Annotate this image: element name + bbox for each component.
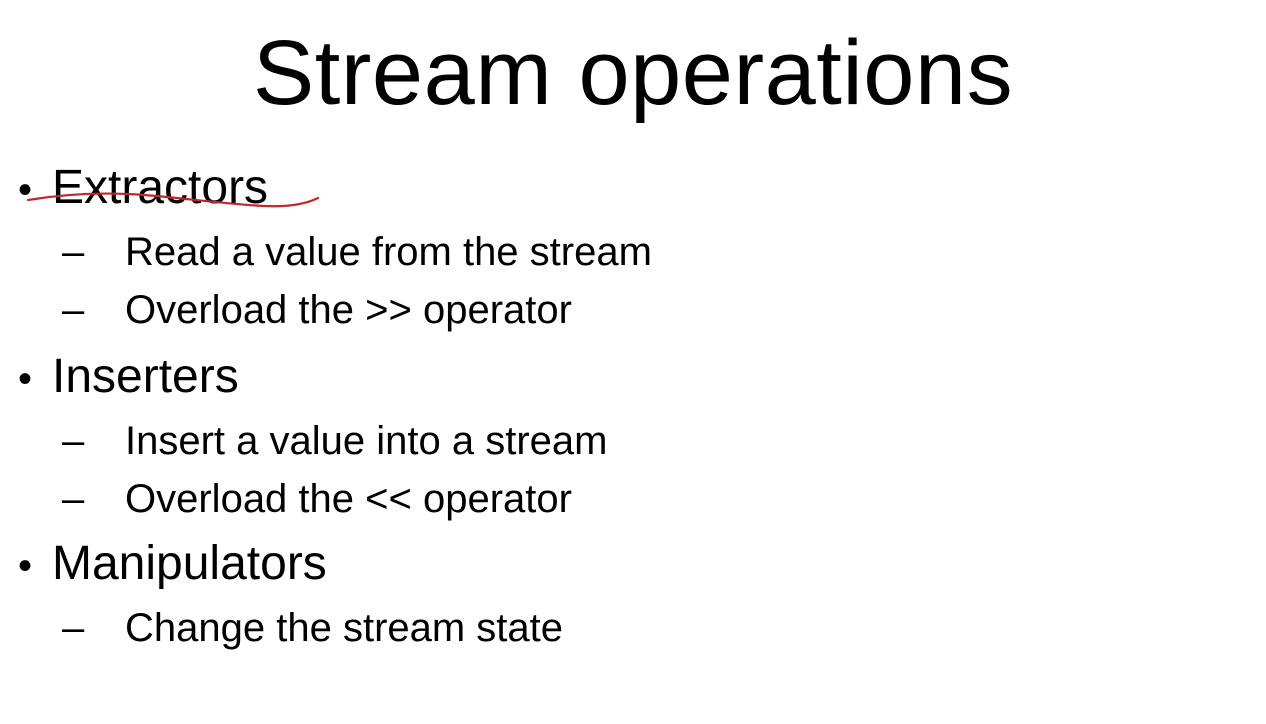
slide: Stream operations • Extractors – Read a … xyxy=(0,0,1266,724)
sub-item: – Change the stream state xyxy=(62,605,563,651)
sub-item-text: Insert a value into a stream xyxy=(125,419,608,463)
bullet-dot-icon: • xyxy=(18,544,33,588)
bullet-heading: Manipulators xyxy=(52,537,327,590)
sub-item-text: Read a value from the stream xyxy=(125,230,652,274)
dash-icon: – xyxy=(62,477,85,521)
bullet-extractors: • Extractors xyxy=(18,160,268,218)
bullet-heading: Inserters xyxy=(52,350,239,403)
slide-title: Stream operations xyxy=(252,22,1014,124)
sub-item-text: Overload the >> operator xyxy=(125,288,572,332)
dash-icon: – xyxy=(62,419,85,463)
sub-item: – Read a value from the stream xyxy=(62,229,652,275)
sub-item: – Insert a value into a stream xyxy=(62,418,607,464)
sub-item-text: Change the stream state xyxy=(125,606,564,650)
bullet-inserters: • Inserters xyxy=(18,349,239,407)
dash-icon: – xyxy=(62,288,85,332)
sub-item-text: Overload the << operator xyxy=(125,477,572,521)
dash-icon: – xyxy=(62,230,85,274)
sub-item: – Overload the >> operator xyxy=(62,287,572,333)
bullet-dot-icon: • xyxy=(18,168,33,212)
bullet-manipulators: • Manipulators xyxy=(18,536,327,594)
bullet-dot-icon: • xyxy=(18,357,33,401)
sub-item: – Overload the << operator xyxy=(62,476,572,522)
dash-icon: – xyxy=(62,606,85,650)
bullet-heading: Extractors xyxy=(52,161,269,214)
